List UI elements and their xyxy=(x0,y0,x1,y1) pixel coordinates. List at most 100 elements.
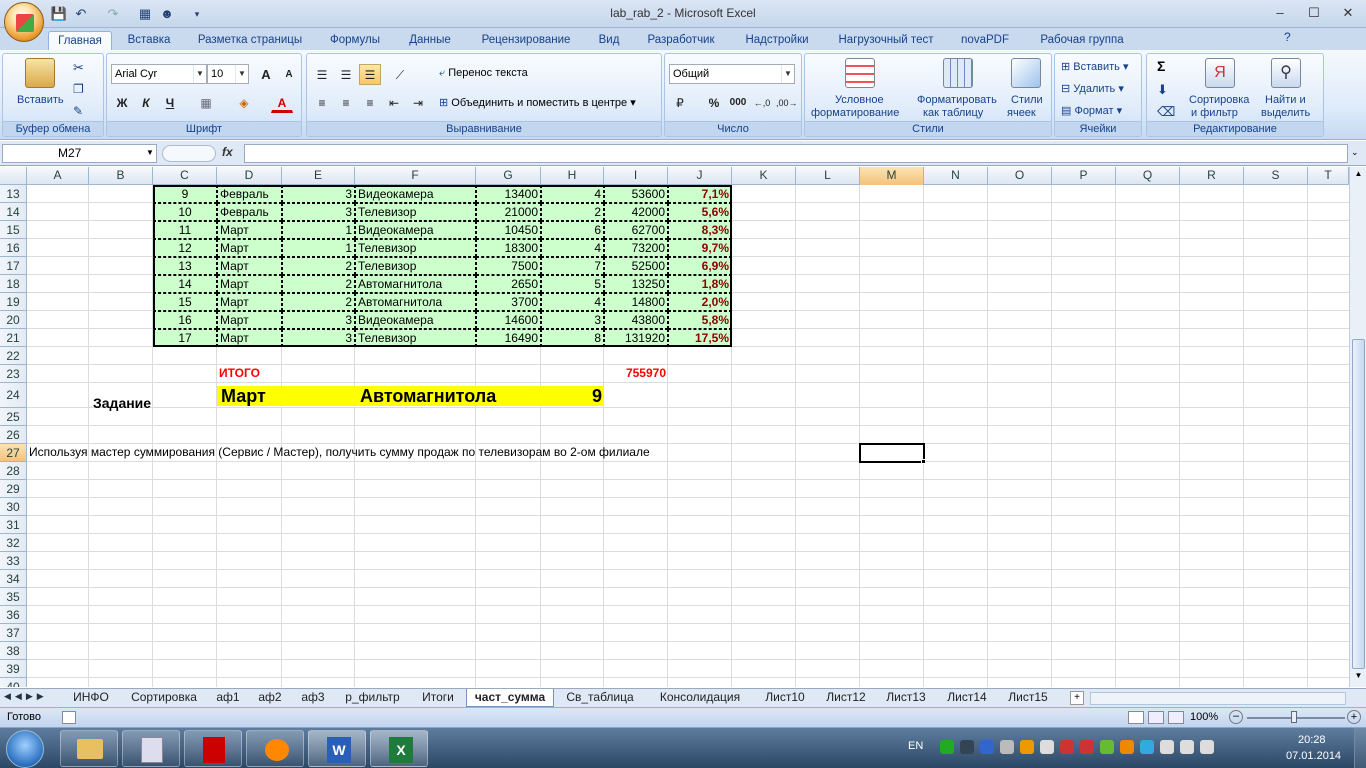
table-cell-e[interactable]: 1 xyxy=(282,221,355,239)
table-cell-h[interactable]: 4 xyxy=(541,293,604,311)
cell-styles-label-2[interactable]: ячеек xyxy=(1007,107,1036,119)
taskbar-acrobat[interactable] xyxy=(184,730,242,767)
formula-input[interactable] xyxy=(244,144,1348,163)
table-cell-e[interactable]: 3 xyxy=(282,311,355,329)
sheet-tab-13[interactable]: Лист13 xyxy=(877,689,935,707)
find-select-label-2[interactable]: выделить xyxy=(1261,107,1310,119)
table-cell-e[interactable]: 2 xyxy=(282,293,355,311)
table-cell-d[interactable]: Февраль xyxy=(217,203,282,221)
table-cell-d[interactable]: Март xyxy=(217,257,282,275)
table-cell-j[interactable]: 6,9% xyxy=(668,257,732,275)
table-cell-e[interactable]: 3 xyxy=(282,203,355,221)
taskbar-calculator[interactable] xyxy=(122,730,180,767)
table-cell-g[interactable]: 3700 xyxy=(476,293,541,311)
show-desktop-button[interactable] xyxy=(1354,728,1366,768)
table-cell-j[interactable]: 9,7% xyxy=(668,239,732,257)
table-cell-i[interactable]: 52500 xyxy=(604,257,668,275)
table-cell-f[interactable]: Видеокамера xyxy=(355,311,476,329)
tray-network-shield-icon[interactable] xyxy=(980,740,994,754)
highlight-count[interactable]: 9 xyxy=(541,386,604,406)
table-cell-c[interactable]: 16 xyxy=(153,311,217,329)
underline-button[interactable]: Ч xyxy=(159,92,181,113)
format-cells-button[interactable]: ▤ Формат ▾ xyxy=(1061,104,1122,117)
thousands-button[interactable]: 000 xyxy=(727,92,749,113)
clock-time[interactable]: 20:28 xyxy=(1298,734,1326,746)
table-cell-h[interactable]: 4 xyxy=(541,185,604,203)
table-cell-f[interactable]: Видеокамера xyxy=(355,221,476,239)
language-indicator[interactable]: EN xyxy=(908,740,923,752)
task-text[interactable]: Используя мастер суммирования (Сервис / … xyxy=(27,444,652,462)
table-cell-d[interactable]: Март xyxy=(217,329,282,347)
table-cell-h[interactable]: 6 xyxy=(541,221,604,239)
table-cell-j[interactable]: 1,8% xyxy=(668,275,732,293)
tray-power-icon[interactable] xyxy=(1180,740,1194,754)
table-cell-j[interactable]: 8,3% xyxy=(668,221,732,239)
table-cell-h[interactable]: 4 xyxy=(541,239,604,257)
table-cell-f[interactable]: Автомагнитола xyxy=(355,275,476,293)
sheet-tab-1[interactable]: ИНФО xyxy=(62,689,120,707)
conditional-formatting-label-1[interactable]: Условное xyxy=(835,94,884,106)
tray-sync-icon[interactable] xyxy=(1040,740,1054,754)
paste-icon[interactable] xyxy=(25,58,55,88)
orientation-icon[interactable]: ⟋ xyxy=(389,64,411,85)
expand-formula-bar-icon[interactable]: ⌄ xyxy=(1351,147,1359,158)
sort-filter-label-2[interactable]: и фильтр xyxy=(1191,107,1238,119)
table-cell-f[interactable]: Видеокамера xyxy=(355,185,476,203)
scroll-thumb[interactable] xyxy=(1352,339,1365,669)
table-cell-f[interactable]: Телевизор xyxy=(355,257,476,275)
shrink-font-button[interactable]: A xyxy=(278,64,300,85)
table-cell-e[interactable]: 3 xyxy=(282,185,355,203)
table-cell-c[interactable]: 12 xyxy=(153,239,217,257)
table-cell-i[interactable]: 62700 xyxy=(604,221,668,239)
vertical-scrollbar[interactable]: ▲ ▼ xyxy=(1349,167,1366,687)
sheet-tab-11[interactable]: Лист10 xyxy=(756,689,814,707)
conditional-formatting-label-2[interactable]: форматирование xyxy=(811,107,899,119)
table-cell-c[interactable]: 15 xyxy=(153,293,217,311)
decrease-indent-icon[interactable]: ⇤ xyxy=(383,92,405,113)
cut-icon[interactable]: ✂ xyxy=(73,60,84,76)
table-cell-h[interactable]: 7 xyxy=(541,257,604,275)
tray-speaker-icon[interactable] xyxy=(1200,740,1214,754)
tray-flag-icon[interactable] xyxy=(1160,740,1174,754)
table-cell-d[interactable]: Февраль xyxy=(217,185,282,203)
highlight-month[interactable]: Март xyxy=(219,386,268,406)
horizontal-scrollbar[interactable] xyxy=(1090,692,1346,705)
insert-function-button[interactable]: fx xyxy=(222,145,233,159)
close-button[interactable]: ✕ xyxy=(1336,4,1360,22)
sheet-tab-9[interactable]: Св_таблица xyxy=(556,689,644,707)
paste-button[interactable]: Вставить xyxy=(17,94,64,106)
ribbon-tab-10[interactable]: Нагрузочный тест xyxy=(826,31,946,50)
font-family-select[interactable]: Arial Cyr ▼ xyxy=(111,64,207,84)
table-cell-g[interactable]: 7500 xyxy=(476,257,541,275)
table-cell-g[interactable]: 16490 xyxy=(476,329,541,347)
align-right-icon[interactable]: ≡ xyxy=(359,92,381,113)
table-cell-g[interactable]: 2650 xyxy=(476,275,541,293)
table-cell-j[interactable]: 5,6% xyxy=(668,203,732,221)
ribbon-tab-12[interactable]: Рабочая группа xyxy=(1024,31,1140,50)
table-cell-c[interactable]: 10 xyxy=(153,203,217,221)
borders-icon[interactable]: ▦ xyxy=(195,92,217,113)
table-cell-i[interactable]: 14800 xyxy=(604,293,668,311)
currency-icon[interactable]: ₽ xyxy=(669,92,691,113)
table-cell-c[interactable]: 14 xyxy=(153,275,217,293)
number-format-select[interactable]: Общий ▼ xyxy=(669,64,795,84)
merge-center-button[interactable]: ⊞ Объединить и поместить в центре ▾ xyxy=(439,96,636,109)
taskbar-media[interactable] xyxy=(246,730,304,767)
sheet-tab-7[interactable]: Итоги xyxy=(412,689,464,707)
table-cell-d[interactable]: Март xyxy=(217,221,282,239)
name-box[interactable]: M27 xyxy=(2,144,157,163)
tray-bluetooth-icon[interactable] xyxy=(960,740,974,754)
ribbon-tab-2[interactable]: Вставка xyxy=(116,31,182,50)
percent-button[interactable]: % xyxy=(703,92,725,113)
table-cell-f[interactable]: Автомагнитола xyxy=(355,293,476,311)
align-center-icon[interactable]: ≡ xyxy=(335,92,357,113)
table-cell-j[interactable]: 5,8% xyxy=(668,311,732,329)
office-button[interactable] xyxy=(4,2,44,42)
fill-icon[interactable]: ⬇ xyxy=(1157,82,1168,98)
ribbon-tab-11[interactable]: novaPDF xyxy=(950,31,1020,50)
table-cell-e[interactable]: 3 xyxy=(282,329,355,347)
page-break-view-icon[interactable] xyxy=(1168,711,1184,724)
table-cell-j[interactable]: 2,0% xyxy=(668,293,732,311)
align-top-icon[interactable]: ☰ xyxy=(311,64,333,85)
table-cell-f[interactable]: Телевизор xyxy=(355,329,476,347)
